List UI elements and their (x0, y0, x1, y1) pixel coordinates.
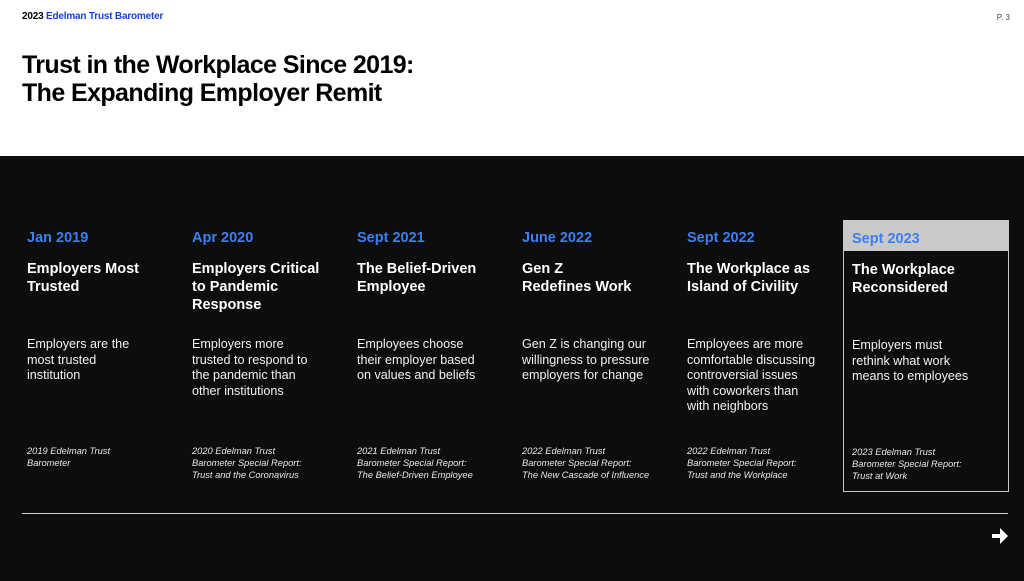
card-description: Employers must rethink what work means t… (852, 338, 968, 385)
card-source: 2022 Edelman Trust Barometer Special Rep… (687, 446, 797, 481)
timeline-card-2021: Sept 2021 The Belief-Driven Employee Emp… (357, 220, 517, 492)
card-date: Jan 2019 (27, 230, 89, 246)
timeline-panel: Jan 2019 Employers Most Trusted Employer… (0, 156, 1024, 581)
heading-line: Redefines Work (522, 279, 632, 295)
heading-line: The Workplace (852, 262, 955, 278)
description-line: on values and beliefs (357, 368, 476, 382)
timeline-card-2020: Apr 2020 Employers Critical to Pandemic … (192, 220, 352, 492)
source-line: Trust and the Coronavirus (192, 469, 299, 480)
source-line: Trust at Work (852, 470, 908, 481)
card-heading: Employers Most Trusted (27, 260, 139, 296)
source-line: 2020 Edelman Trust (192, 446, 276, 456)
description-line: Employees are more (687, 337, 804, 351)
heading-line: to Pandemic (192, 279, 279, 295)
heading-line: Gen Z (522, 261, 564, 277)
card-description: Gen Z is changing our willingness to pre… (522, 337, 649, 384)
description-line: willingness to pressure (522, 352, 650, 367)
source-line: The New Cascade of Influence (522, 469, 650, 480)
description-line: with neighbors (687, 399, 769, 413)
report-brand: 2023 Edelman Trust Barometer (22, 11, 163, 22)
source-line: Barometer Special Report: (357, 457, 467, 468)
timeline-card-2019: Jan 2019 Employers Most Trusted Employer… (27, 220, 187, 492)
source-line: Barometer Special Report: (687, 457, 797, 468)
card-date: Sept 2022 (687, 230, 755, 246)
brand-name: Edelman Trust Barometer (46, 11, 164, 22)
report-year: 2023 (22, 11, 44, 22)
title-line-1: Trust in the Workplace Since 2019: (22, 51, 414, 79)
source-line: Barometer Special Report: (852, 458, 962, 469)
card-heading: Gen Z Redefines Work (522, 260, 631, 296)
description-line: comfortable discussing (687, 352, 816, 367)
description-line: employers for change (522, 368, 644, 382)
heading-line: Response (192, 297, 262, 313)
card-date: Sept 2021 (357, 230, 425, 246)
source-line: Barometer Special Report: (192, 457, 302, 468)
card-heading: The Workplace Reconsidered (852, 261, 955, 297)
description-line: the pandemic than (192, 368, 296, 382)
description-line: Employers are the (27, 337, 130, 351)
card-source: 2019 Edelman Trust Barometer (27, 446, 110, 470)
description-line: means to employees (852, 369, 969, 383)
page-number: P. 3 (996, 13, 1010, 22)
card-description: Employers more trusted to respond to the… (192, 337, 308, 399)
source-line: 2021 Edelman Trust (357, 446, 441, 456)
description-line: other institutions (192, 383, 284, 398)
source-line: Trust and the Workplace (687, 469, 788, 480)
card-description: Employees choose their employer based on… (357, 337, 475, 384)
timeline-card-2022-june: June 2022 Gen Z Redefines Work Gen Z is … (522, 220, 682, 492)
description-line: Gen Z is changing our (522, 337, 646, 351)
description-line: Employers must (852, 338, 943, 352)
card-heading: The Belief-Driven Employee (357, 260, 476, 296)
card-date: June 2022 (522, 230, 593, 246)
card-source: 2020 Edelman Trust Barometer Special Rep… (192, 446, 302, 481)
description-line: rethink what work (852, 353, 950, 368)
card-source: 2022 Edelman Trust Barometer Special Rep… (522, 446, 649, 481)
card-description: Employees are more comfortable discussin… (687, 337, 815, 415)
description-line: with coworkers than (687, 383, 799, 398)
source-line: 2019 Edelman Trust (27, 446, 111, 456)
description-line: their employer based (357, 352, 475, 367)
timeline-card-2023-highlighted: Sept 2023 The Workplace Reconsidered Emp… (843, 220, 1009, 492)
source-line: Barometer (27, 457, 71, 468)
description-line: Employers more (192, 337, 284, 351)
source-line: 2023 Edelman Trust (852, 447, 936, 457)
card-heading: The Workplace as Island of Civility (687, 260, 810, 296)
timeline-divider (22, 513, 1008, 514)
timeline-card-2022-sept: Sept 2022 The Workplace as Island of Civ… (687, 220, 847, 492)
heading-line: Employers Most (27, 261, 139, 277)
card-date: Apr 2020 (192, 230, 254, 246)
heading-line: Reconsidered (852, 280, 948, 296)
heading-line: Island of Civility (687, 279, 799, 295)
source-line: Barometer Special Report: (522, 457, 632, 468)
card-source: 2021 Edelman Trust Barometer Special Rep… (357, 446, 473, 481)
page-title: Trust in the Workplace Since 2019: The E… (22, 51, 414, 107)
source-line: The Belief-Driven Employee (357, 469, 473, 480)
arrow-down-right-icon-graphic (992, 528, 1008, 544)
source-line: 2022 Edelman Trust (522, 446, 606, 456)
card-heading: Employers Critical to Pandemic Response (192, 260, 319, 314)
card-date: Sept 2023 (852, 231, 920, 247)
arrow-down-right-icon[interactable] (990, 525, 1010, 545)
heading-line: The Belief-Driven (357, 261, 477, 277)
card-description: Employers are the most trusted instituti… (27, 337, 129, 384)
card-source: 2023 Edelman Trust Barometer Special Rep… (852, 447, 962, 482)
description-line: Employees choose (357, 337, 464, 351)
title-line-2: The Expanding Employer Remit (22, 79, 382, 107)
description-line: controversial issues (687, 368, 798, 382)
source-line: 2022 Edelman Trust (687, 446, 771, 456)
description-line: institution (27, 368, 81, 382)
heading-line: The Workplace as (687, 261, 811, 277)
description-line: most trusted (27, 352, 97, 367)
heading-line: Employee (357, 279, 426, 295)
heading-line: Employers Critical (192, 261, 320, 277)
heading-line: Trusted (27, 279, 80, 295)
description-line: trusted to respond to (192, 352, 308, 367)
